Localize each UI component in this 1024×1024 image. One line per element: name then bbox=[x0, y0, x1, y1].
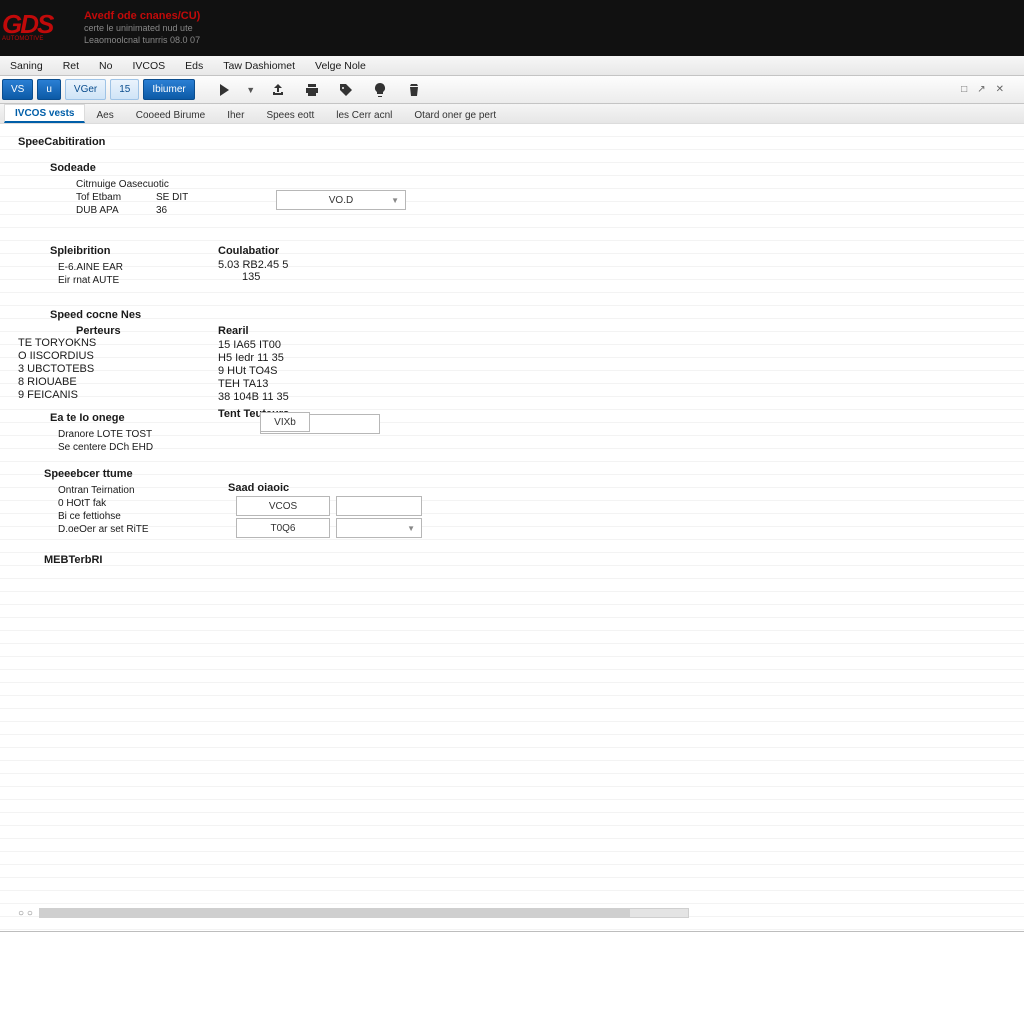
saad-dd-input[interactable]: ▼ bbox=[336, 518, 422, 538]
status-row: ○ ○ bbox=[0, 906, 1024, 920]
eate-r2: Se centere DCh EHD bbox=[58, 441, 1024, 454]
sodeade-r1k: Tof Etbam bbox=[76, 191, 136, 204]
tab-iher[interactable]: Iher bbox=[216, 106, 255, 123]
status-icons: ○ ○ bbox=[18, 908, 33, 919]
perteurs-item: 8 RIOUABE bbox=[18, 376, 1024, 389]
section-sodeade: Sodeade bbox=[50, 162, 1024, 174]
saad-v2-value: T0Q6 bbox=[270, 523, 295, 534]
section-result: Rearil bbox=[218, 325, 289, 337]
window-controls: □ ↗ ✕ bbox=[961, 76, 1024, 103]
sodeade-r2v: 36 bbox=[156, 204, 216, 217]
section-calibration: Coulabatior bbox=[218, 245, 288, 257]
menu-item-velge[interactable]: Velge Nole bbox=[307, 58, 374, 74]
calibration-r1: 5.03 RB2.45 5 bbox=[218, 259, 288, 271]
brand-logo: GDS AUTOMOTIVE bbox=[2, 4, 76, 52]
footer-pad bbox=[0, 932, 1024, 954]
toolbar-chip-15[interactable]: 15 bbox=[110, 79, 139, 100]
perteurs-item: O IISCORDIUS bbox=[18, 350, 1024, 363]
tag-icon[interactable] bbox=[331, 78, 361, 101]
result-item: 15 IA65 IT00 bbox=[218, 339, 289, 352]
toolbar: VS u VGer 15 Ibiumer ▼ □ ↗ ✕ bbox=[0, 76, 1024, 104]
spleibrition-r2: Eir rnat AUTE bbox=[58, 274, 1024, 287]
speed-tume-r2: 0 HOtT fak bbox=[58, 497, 1024, 510]
minimize-icon[interactable]: □ bbox=[961, 84, 967, 95]
tab-les-cerr[interactable]: les Cerr acnl bbox=[325, 106, 403, 123]
brand-text: Avedf ode cnanes/CU) certe le uninimated… bbox=[84, 9, 200, 47]
export-icon[interactable] bbox=[263, 78, 293, 101]
menubar: Saning Ret No IVCOS Eds Taw Dashiomet Ve… bbox=[0, 56, 1024, 76]
section-speed-tume: Speeebcer ttume bbox=[44, 468, 1024, 480]
hscrollbar[interactable] bbox=[39, 908, 689, 918]
section-spleibrition: Spleibrition bbox=[50, 245, 1024, 257]
menu-item-eds[interactable]: Eds bbox=[177, 58, 211, 74]
play-icon[interactable] bbox=[209, 78, 239, 101]
brand-line3: Leaomoolcnal tunrris 08.0 07 bbox=[84, 35, 200, 47]
calibration-r2: 135 bbox=[242, 271, 288, 283]
brand-line1: Avedf ode cnanes/CU) bbox=[84, 9, 200, 23]
result-item: H5 Iedr 11 35 bbox=[218, 352, 289, 365]
toolbar-chip-vs[interactable]: VS bbox=[2, 79, 33, 100]
content: SpeeCabitiration Sodeade Citrnuige Oasec… bbox=[0, 124, 1024, 954]
speed-tume-r3: Bi ce fettiohse bbox=[58, 510, 1024, 523]
toolbar-chip-ibiumer[interactable]: Ibiumer bbox=[143, 79, 194, 100]
menu-item-ivcos[interactable]: IVCOS bbox=[124, 58, 173, 74]
vod-select-value: VO.D bbox=[329, 195, 353, 206]
result-item: TEH TA13 bbox=[218, 378, 289, 391]
tab-aes[interactable]: Aes bbox=[85, 106, 124, 123]
brand-logo-text: GDS bbox=[2, 14, 76, 35]
result-item: 38 104B 11 35 bbox=[218, 391, 289, 404]
toolbar-chip-vger[interactable]: VGer bbox=[65, 79, 106, 100]
bulb-icon[interactable] bbox=[365, 78, 395, 101]
toolbar-chip-u[interactable]: u bbox=[37, 79, 61, 100]
section-speed-cocne: Speed cocne Nes bbox=[50, 309, 1024, 321]
saad-blank-input[interactable] bbox=[336, 496, 422, 516]
sodeade-line1: Citrnuige Oasecuotic bbox=[76, 178, 1024, 191]
hscrollbar-thumb[interactable] bbox=[40, 909, 630, 917]
tab-otard[interactable]: Otard oner ge pert bbox=[403, 106, 507, 123]
close-icon[interactable]: ✕ bbox=[996, 84, 1004, 95]
saad-v1-input[interactable]: VCOS bbox=[236, 496, 330, 516]
section-mebterbri: MEBTerbRI bbox=[44, 554, 1024, 566]
brand-banner: GDS AUTOMOTIVE Avedf ode cnanes/CU) cert… bbox=[0, 0, 1024, 56]
vod-select[interactable]: VO.D ▼ bbox=[276, 190, 406, 210]
trash-icon[interactable] bbox=[399, 78, 429, 101]
tab-spees-eott[interactable]: Spees eott bbox=[255, 106, 325, 123]
section-saad-oiaoic: Saad oiaoic bbox=[228, 482, 422, 494]
tab-cooeed[interactable]: Cooeed Birume bbox=[125, 106, 216, 123]
perteurs-item: 3 UBCTOTEBS bbox=[18, 363, 1024, 376]
chevron-down-icon: ▼ bbox=[407, 524, 415, 533]
section-eate: Ea te Io onege bbox=[50, 412, 1024, 424]
perteurs-item: TE TORYOKNS bbox=[18, 337, 1024, 350]
print-icon[interactable] bbox=[297, 78, 327, 101]
saad-v1-value: VCOS bbox=[269, 501, 297, 512]
menu-item-ret[interactable]: Ret bbox=[55, 58, 87, 74]
sodeade-r1v: SE DIT bbox=[156, 191, 216, 204]
saad-v2-input[interactable]: T0Q6 bbox=[236, 518, 330, 538]
font-teunes-right-value: VIXb bbox=[274, 417, 296, 428]
brand-logo-subtext: AUTOMOTIVE bbox=[2, 36, 76, 42]
font-teunes-right-input[interactable]: VIXb bbox=[260, 412, 310, 432]
spleibrition-r1: E-6.AINE EAR bbox=[58, 261, 1024, 274]
menu-item-dashiomet[interactable]: Taw Dashiomet bbox=[215, 58, 303, 74]
play-dropdown-icon[interactable]: ▼ bbox=[243, 76, 259, 103]
sodeade-r2k: DUB APA bbox=[76, 204, 136, 217]
tabstrip: IVCOS vests Aes Cooeed Birume Iher Spees… bbox=[0, 104, 1024, 124]
speed-tume-r4: D.oeOer ar set RiTE bbox=[58, 523, 1024, 536]
maximize-icon[interactable]: ↗ bbox=[977, 84, 985, 95]
result-item: 9 HUt TO4S bbox=[218, 365, 289, 378]
page-title: SpeeCabitiration bbox=[18, 136, 1024, 148]
menu-item-saning[interactable]: Saning bbox=[2, 58, 51, 74]
brand-line2: certe le uninimated nud ute bbox=[84, 23, 200, 35]
tab-ivcos-vests[interactable]: IVCOS vests bbox=[4, 104, 85, 123]
eate-r1: Dranore LOTE TOST bbox=[58, 428, 1024, 441]
menu-item-no[interactable]: No bbox=[91, 58, 120, 74]
perteurs-item: 9 FEICANIS bbox=[18, 389, 1024, 402]
chevron-down-icon: ▼ bbox=[391, 196, 399, 205]
speed-tume-r1: Ontran Teirnation bbox=[58, 484, 1024, 497]
